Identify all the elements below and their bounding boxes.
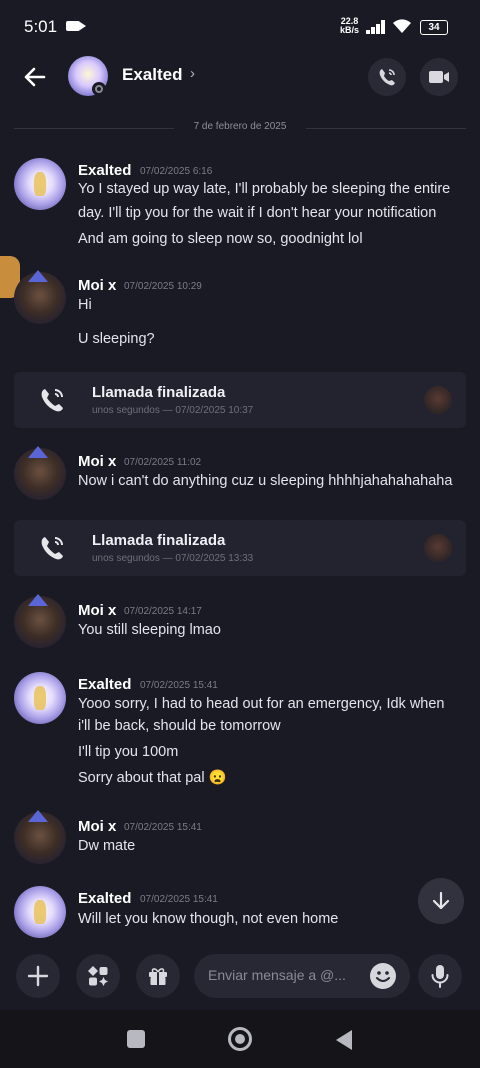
message-author[interactable]: Moi x (78, 818, 116, 835)
network-speed-unit: kB/s (340, 25, 360, 35)
scroll-to-bottom-button[interactable] (418, 878, 464, 924)
call-ended-card[interactable]: Llamada finalizada unos segundos — 07/02… (14, 520, 466, 576)
message-timestamp: 07/02/2025 10:29 (124, 281, 202, 292)
plus-icon (27, 965, 49, 987)
gift-icon (149, 968, 167, 985)
avatar[interactable] (14, 672, 66, 724)
back-triangle-icon[interactable] (336, 1030, 352, 1050)
system-navigation-bar (0, 1010, 480, 1068)
gift-button[interactable] (136, 954, 180, 998)
avatar[interactable] (14, 594, 66, 648)
microphone-icon (431, 965, 449, 988)
avatar[interactable] (14, 810, 66, 864)
apps-icon (88, 966, 108, 986)
arrow-left-icon[interactable] (20, 62, 50, 92)
avatar[interactable] (14, 158, 66, 210)
phone-call-icon (41, 389, 63, 412)
call-subtitle: unos segundos — 07/02/2025 10:37 (92, 405, 254, 416)
call-title: Llamada finalizada (92, 384, 226, 401)
avatar[interactable] (14, 886, 66, 938)
call-participant-avatar (424, 386, 452, 414)
message-text: Now i can't do anything cuz u sleeping h… (78, 473, 453, 489)
message-text: You still sleeping lmao (78, 622, 221, 638)
message-author[interactable]: Moi x (78, 602, 116, 619)
call-title: Llamada finalizada (92, 532, 226, 549)
recent-apps-icon[interactable] (127, 1030, 145, 1048)
message-text: Dw mate (78, 838, 136, 854)
message-author[interactable]: Exalted (78, 676, 131, 693)
message-author[interactable]: Exalted (78, 162, 131, 179)
message-text: Yooo sorry, I had to head out for an eme… (78, 696, 445, 712)
message-author[interactable]: Exalted (78, 890, 131, 907)
battery-icon: 34 (420, 20, 448, 35)
header-name[interactable]: Exalted (122, 65, 182, 85)
message-timestamp: 07/02/2025 11:02 (124, 457, 202, 468)
phone-call-icon (379, 69, 395, 86)
chevron-right-icon[interactable]: › (190, 65, 195, 82)
status-indicator-icon (92, 82, 106, 96)
message-text: day. I'll tip you for the wait if I don'… (78, 205, 437, 221)
message-timestamp: 07/02/2025 6:16 (140, 166, 213, 177)
wifi-icon (393, 19, 411, 33)
call-ended-card[interactable]: Llamada finalizada unos segundos — 07/02… (14, 372, 466, 428)
message-input[interactable]: Enviar mensaje a @... (194, 954, 410, 998)
video-call-button[interactable] (420, 58, 458, 96)
arrow-down-icon (432, 891, 450, 910)
video-camera-icon (429, 71, 449, 83)
chat-header: Exalted › (0, 52, 480, 102)
message-text: i'll be back, should be tomorrow (78, 718, 281, 734)
home-icon[interactable] (228, 1027, 252, 1051)
screen-record-icon (66, 21, 86, 31)
message-text: I'll tip you 100m (78, 744, 179, 760)
message-text: Hi (78, 297, 92, 313)
date-divider-label: 7 de febrero de 2025 (193, 121, 287, 132)
message-text: Sorry about that pal 😦 (78, 770, 227, 786)
message-text: And am going to sleep now so, goodnight … (78, 231, 363, 247)
status-time: 5:01 (24, 17, 58, 36)
call-participant-avatar (424, 534, 452, 562)
call-subtitle: unos segundos — 07/02/2025 13:33 (92, 553, 254, 564)
message-input-placeholder: Enviar mensaje a @... (208, 967, 346, 983)
phone-call-icon (41, 537, 63, 560)
avatar[interactable] (14, 446, 66, 500)
signal-icon (366, 20, 388, 34)
message-text: Yo I stayed up way late, I'll probably b… (78, 181, 451, 197)
message-text: U sleeping? (78, 331, 155, 347)
status-bar: 5:01 22.8 kB/s 34 (0, 0, 480, 52)
battery-level: 34 (428, 22, 440, 33)
voice-call-button[interactable] (368, 58, 406, 96)
network-speed: 22.8 kB/s (340, 17, 359, 35)
emoji-icon[interactable] (370, 963, 396, 989)
apps-button[interactable] (76, 954, 120, 998)
message-timestamp: 07/02/2025 15:41 (140, 894, 218, 905)
add-attachment-button[interactable] (16, 954, 60, 998)
avatar[interactable] (14, 270, 66, 324)
voice-message-button[interactable] (418, 954, 462, 998)
message-author[interactable]: Moi x (78, 277, 116, 294)
message-author[interactable]: Moi x (78, 453, 116, 470)
date-divider: 7 de febrero de 2025 (0, 118, 480, 138)
message-timestamp: 07/02/2025 15:41 (140, 680, 218, 691)
message-timestamp: 07/02/2025 14:17 (124, 606, 202, 617)
message-composer: Enviar mensaje a @... (0, 950, 480, 1002)
message-text: Will let you know though, not even home (78, 911, 339, 927)
message-timestamp: 07/02/2025 15:41 (124, 822, 202, 833)
